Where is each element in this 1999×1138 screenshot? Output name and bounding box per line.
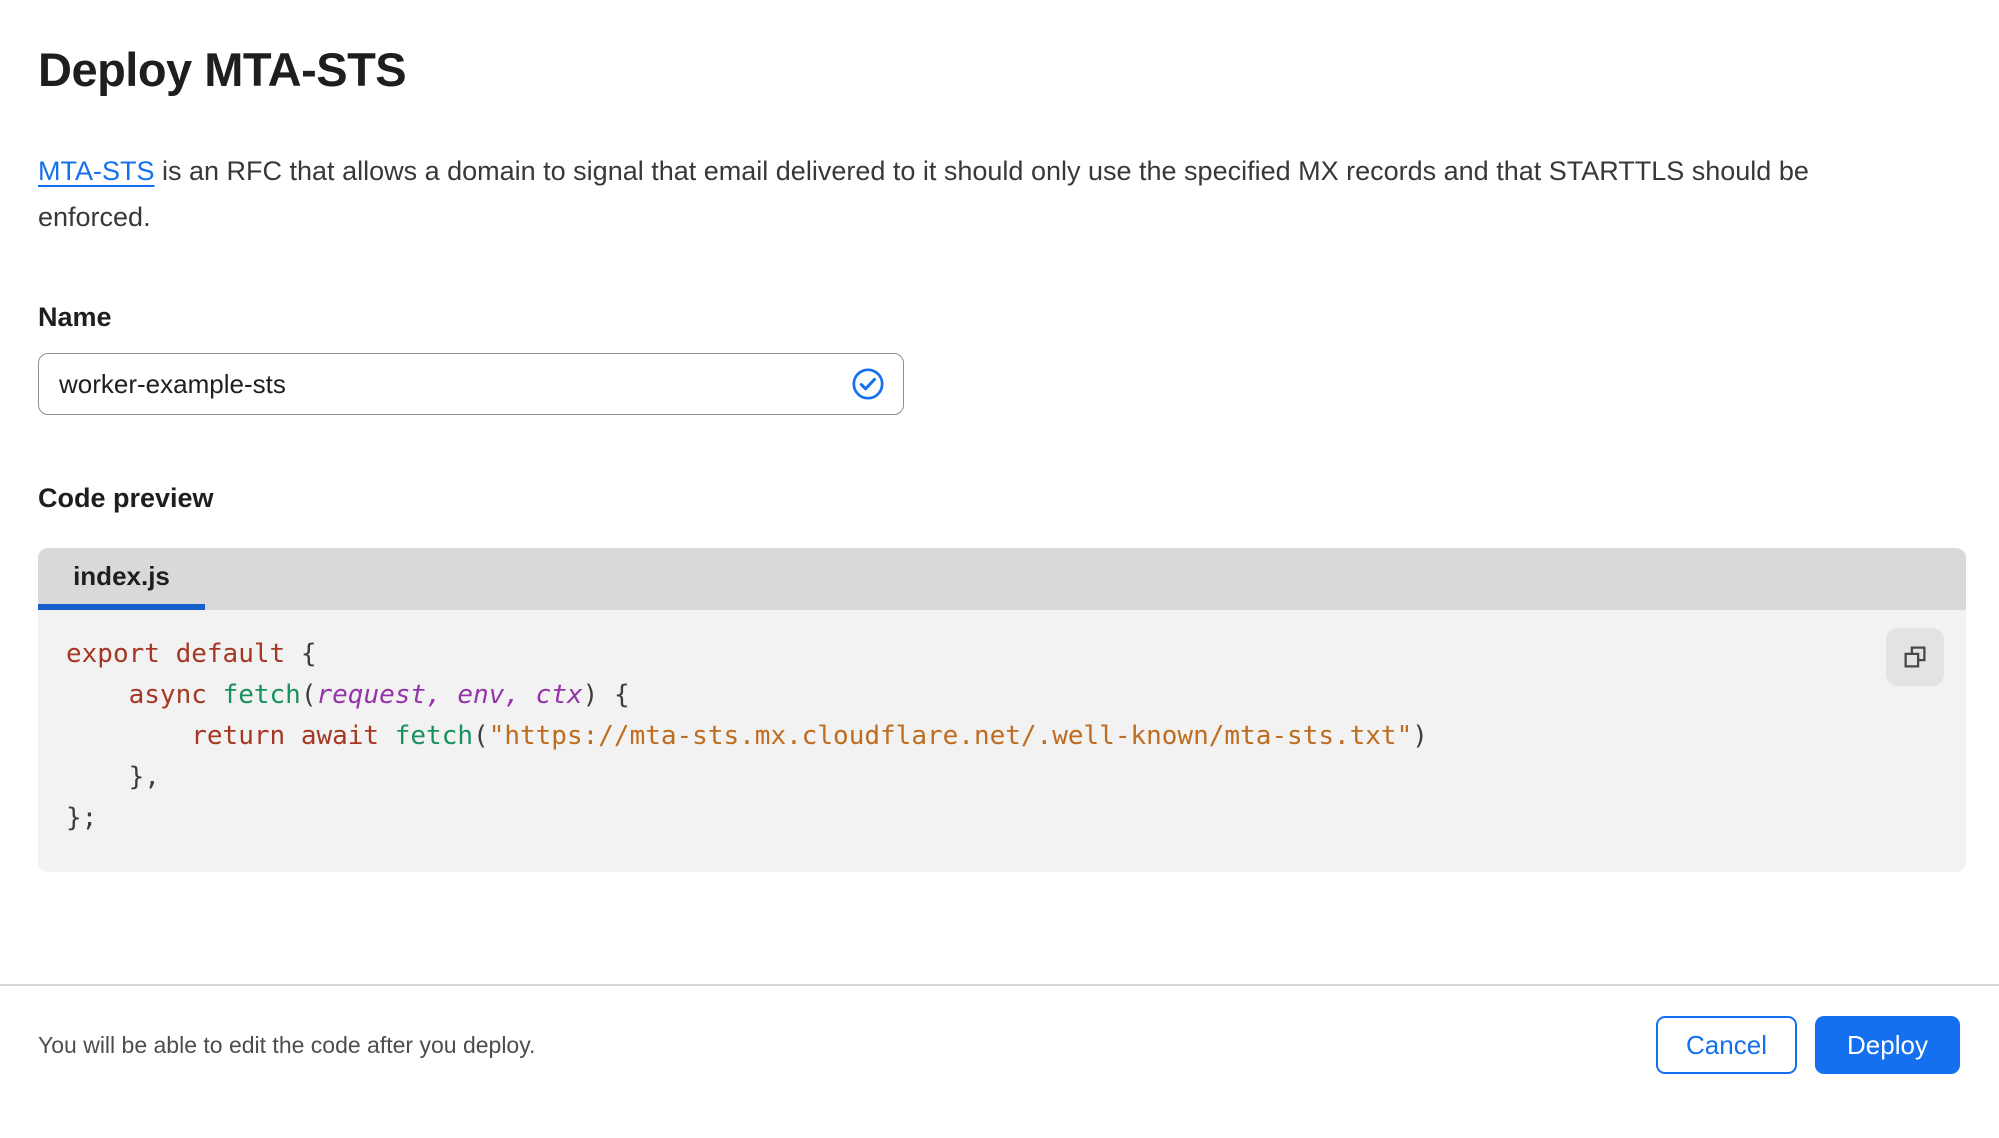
mta-sts-link[interactable]: MTA-STS — [38, 156, 155, 186]
tab-index-js[interactable]: index.js — [38, 548, 205, 610]
copy-icon — [1904, 646, 1926, 668]
footer-actions: Cancel Deploy — [1656, 1016, 1960, 1074]
code-line: }, — [128, 762, 160, 792]
code-area: export default { async fetch(request, en… — [38, 610, 1966, 872]
code-content: export default { async fetch(request, en… — [66, 634, 1866, 839]
cancel-button[interactable]: Cancel — [1656, 1016, 1797, 1074]
footer-note: You will be able to edit the code after … — [38, 1031, 536, 1058]
code-tabbar: index.js — [38, 548, 1966, 610]
name-label: Name — [38, 302, 112, 332]
code-preview-label: Code preview — [38, 483, 214, 513]
deploy-button[interactable]: Deploy — [1815, 1016, 1960, 1074]
code-line: }; — [66, 803, 98, 833]
code-line: export default { — [66, 639, 317, 669]
code-preview-block: index.js export default { async fetch(re… — [38, 548, 1966, 872]
footer-divider — [0, 984, 1999, 986]
deploy-mta-sts-page: Deploy MTA-STS MTA-STS is an RFC that al… — [0, 0, 1999, 872]
footer: You will be able to edit the code after … — [0, 1016, 1999, 1074]
code-line: return await fetch("https://mta-sts.mx.c… — [191, 721, 1428, 751]
page-title: Deploy MTA-STS — [38, 43, 407, 96]
name-input-wrap — [38, 353, 904, 415]
code-line: async fetch(request, env, ctx) { — [128, 680, 630, 710]
name-input[interactable] — [39, 354, 903, 414]
description: MTA-STS is an RFC that allows a domain t… — [38, 148, 1828, 240]
copy-code-button[interactable] — [1886, 628, 1944, 686]
description-text: is an RFC that allows a domain to signal… — [38, 156, 1809, 232]
check-circle-icon — [852, 368, 884, 400]
